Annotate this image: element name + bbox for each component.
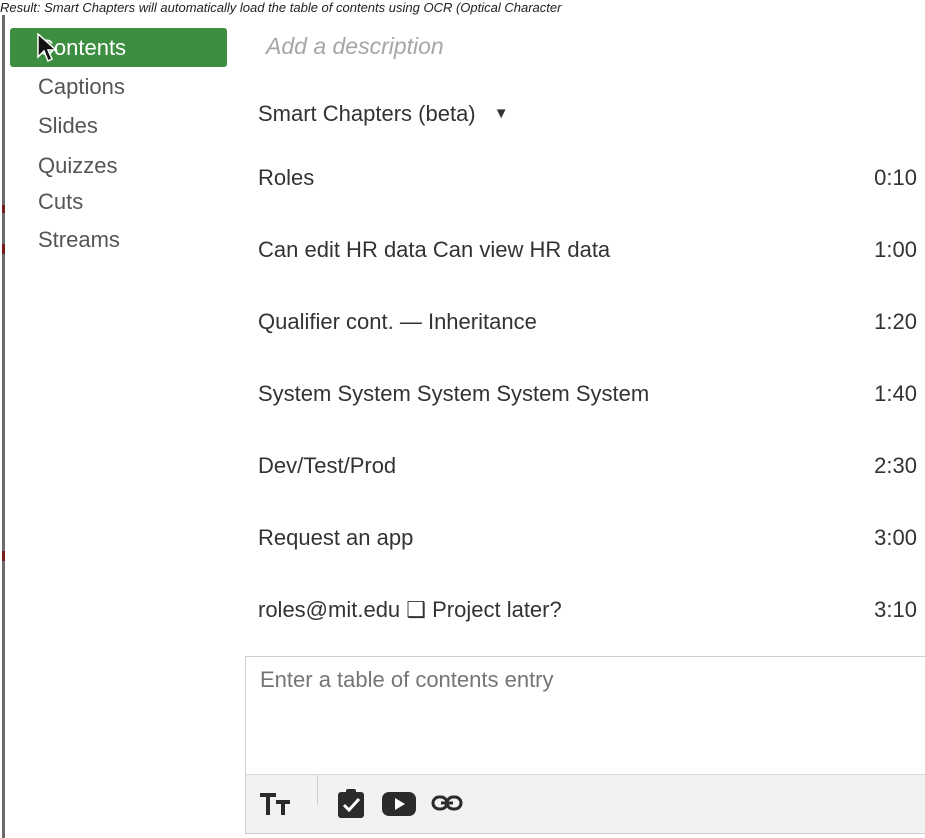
caption-lead: Result: xyxy=(0,0,41,15)
sidebar-item-slides[interactable]: Slides xyxy=(10,110,227,142)
chapter-time: 3:10 xyxy=(874,597,917,622)
chapter-row[interactable]: Roles 0:10 xyxy=(258,160,925,232)
frame-tick xyxy=(2,551,5,561)
sidebar-item-label: Streams xyxy=(38,227,120,252)
chapter-row[interactable]: Dev/Test/Prod 2:30 xyxy=(258,448,925,520)
chapter-list: Roles 0:10 Can edit HR data Can view HR … xyxy=(258,160,925,664)
sidebar-item-cuts[interactable]: Cuts xyxy=(10,186,227,218)
caret-down-icon: ▼ xyxy=(493,105,509,122)
sidebar-item-label: Quizzes xyxy=(38,153,118,178)
sidebar-nav: Contents Captions Slides Quizzes Cuts St… xyxy=(10,28,227,256)
sidebar-item-contents[interactable]: Contents xyxy=(10,28,227,67)
chapter-title: System System System System System xyxy=(258,381,650,406)
chapter-row[interactable]: Request an app 3:00 xyxy=(258,520,925,592)
smart-chapters-dropdown[interactable]: Smart Chapters (beta) ▼ xyxy=(258,101,509,127)
sidebar-item-label: Cuts xyxy=(38,189,84,214)
frame-tick xyxy=(2,205,5,213)
sidebar-item-streams[interactable]: Streams xyxy=(10,224,227,256)
chapter-time: 0:10 xyxy=(874,165,917,190)
chapter-title: Roles xyxy=(258,165,315,190)
link-icon[interactable] xyxy=(430,787,464,819)
sidebar-item-label: Captions xyxy=(38,74,125,99)
chapter-title: Request an app xyxy=(258,525,414,550)
sidebar-item-quizzes[interactable]: Quizzes xyxy=(10,150,227,182)
left-frame-border xyxy=(2,15,5,838)
caption-text: Smart Chapters will automatically load t… xyxy=(44,0,562,15)
sidebar-item-label: Slides xyxy=(38,113,98,138)
editor-toolbar xyxy=(246,774,925,833)
smart-chapters-label: Smart Chapters (beta) xyxy=(258,101,476,126)
frame-tick xyxy=(2,244,5,254)
chapter-row[interactable]: Qualifier cont. — Inheritance 1:20 xyxy=(258,304,925,376)
chapter-time: 1:20 xyxy=(874,309,917,334)
chapter-time: 2:30 xyxy=(874,453,917,478)
quiz-check-icon[interactable] xyxy=(336,787,366,819)
toolbar-divider xyxy=(317,775,318,805)
text-size-icon[interactable] xyxy=(258,787,294,819)
chapter-title: Can edit HR data Can view HR data xyxy=(258,237,611,262)
toc-entry-editor xyxy=(245,656,925,834)
chapter-title: Dev/Test/Prod xyxy=(258,453,397,478)
chapter-row[interactable]: System System System System System 1:40 xyxy=(258,376,925,448)
screenshot-panel: Contents Captions Slides Quizzes Cuts St… xyxy=(0,15,925,838)
chapter-title: roles@mit.edu ❑ Project later? xyxy=(258,597,562,622)
description-field[interactable]: Add a description xyxy=(266,33,444,60)
chapter-row[interactable]: roles@mit.edu ❑ Project later? 3:10 xyxy=(258,592,925,664)
description-placeholder: Add a description xyxy=(266,33,444,59)
toc-entry-input[interactable] xyxy=(258,665,922,769)
chapter-time: 1:00 xyxy=(874,237,917,262)
sidebar-item-label: Contents xyxy=(38,35,127,60)
chapter-row[interactable]: Can edit HR data Can view HR data 1:00 xyxy=(258,232,925,304)
sidebar-item-captions[interactable]: Captions xyxy=(10,70,227,104)
youtube-icon[interactable] xyxy=(381,787,417,819)
instruction-caption: Result: Smart Chapters will automaticall… xyxy=(0,0,925,15)
chapter-time: 3:00 xyxy=(874,525,917,550)
chapter-time: 1:40 xyxy=(874,381,917,406)
chapter-title: Qualifier cont. — Inheritance xyxy=(258,309,537,334)
